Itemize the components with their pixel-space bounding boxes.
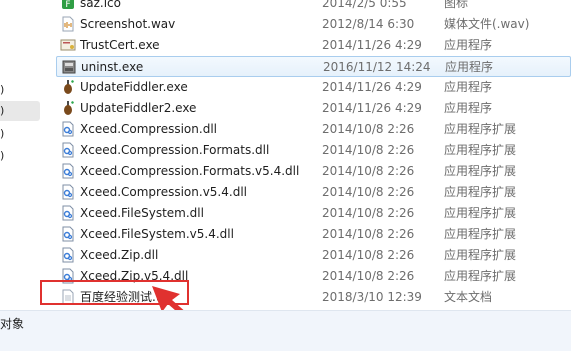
file-row[interactable]: Xceed.FileSystem.v5.4.dll 2014/10/8 2:26 应… [56,224,571,245]
fiddler-app-icon [60,100,76,116]
file-modified-date: 2016/11/12 14:24 [323,60,431,74]
file-list: Fsaz.ico 2014/2/5 0:55 图标 Screenshot.wav 201… [52,0,571,310]
file-type: 应用程序扩展 [444,206,517,220]
file-row[interactable]: Xceed.FileSystem.dll 2014/10/8 2:26 应用程序扩展 [56,203,571,224]
nav-item-label: ) [0,104,5,117]
file-modified-date: 2014/10/8 2:26 [322,164,415,178]
file-modified-date: 2014/10/8 2:26 [322,227,415,241]
file-row[interactable]: TrustCert.exe 2014/11/26 4:29 应用程序 [56,35,571,56]
file-type: 应用程序 [444,38,493,52]
file-modified-date: 2014/10/8 2:26 [322,143,415,157]
nav-item[interactable]: ) [0,146,4,166]
file-modified-date: 2014/11/26 4:29 [322,101,422,115]
file-modified-date: 2012/8/14 6:30 [322,17,415,31]
file-name: uninst.exe [81,60,144,74]
file-name: Xceed.FileSystem.dll [80,206,204,220]
file-modified-date: 2014/10/8 2:26 [322,248,415,262]
file-row[interactable]: UpdateFiddler.exe 2014/11/26 4:29 应用程序 [56,77,571,98]
file-modified-date: 2014/10/8 2:26 [322,122,415,136]
navigation-pane: ) ) ) ) [0,0,44,310]
file-type: 应用程序扩展 [444,248,517,262]
dll-file-icon [60,184,76,200]
file-modified-date: 2014/11/26 4:29 [322,80,422,94]
file-name: Xceed.Compression.v5.4.dll [80,185,247,199]
fiddler-app-icon [60,79,76,95]
file-type: 应用程序扩展 [444,227,517,241]
file-name: Xceed.FileSystem.v5.4.dll [80,227,234,241]
file-type: 媒体文件(.wav) [444,17,530,31]
file-name: UpdateFiddler2.exe [80,101,197,115]
dll-file-icon [60,163,76,179]
file-name: Screenshot.wav [80,17,176,31]
dll-file-icon [60,247,76,263]
nav-item[interactable]: ) [0,124,4,144]
nav-item-label: ) [0,149,5,162]
file-row[interactable]: Xceed.Compression.Formats.dll 2014/10/8 2… [56,140,571,161]
svg-text:F: F [65,0,70,10]
file-modified-date: 2014/10/8 2:26 [322,269,415,283]
file-row[interactable]: Xceed.Compression.v5.4.dll 2014/10/8 2:26… [56,182,571,203]
nav-item-label: ) [0,127,5,140]
file-name: Xceed.Zip.dll [80,248,159,262]
status-bar: 对象 [0,310,571,351]
file-type: 图标 [444,0,469,10]
nav-item-selected[interactable]: ) [0,101,40,121]
file-name: Xceed.Compression.dll [80,122,217,136]
file-row[interactable]: Xceed.Zip.dll 2014/10/8 2:26 应用程序扩展 [56,245,571,266]
file-modified-date: 2014/10/8 2:26 [322,185,415,199]
file-name: TrustCert.exe [80,38,160,52]
file-name: Xceed.Compression.Formats.dll [80,143,270,157]
file-type: 应用程序扩展 [444,122,517,136]
installer-app-icon [61,59,77,75]
nav-item[interactable]: ) [0,80,4,100]
file-row[interactable]: uninst.exe 2016/11/12 14:24 应用程序 [56,56,571,77]
audio-file-icon [60,16,76,32]
file-type: 应用程序扩展 [444,164,517,178]
file-type: 应用程序 [444,80,493,94]
file-type: 应用程序 [445,60,494,74]
ico-file-icon: F [60,0,76,11]
file-modified-date: 2014/11/26 4:29 [322,38,422,52]
file-name: saz.ico [80,0,121,10]
file-type: 应用程序 [444,101,493,115]
file-row[interactable]: UpdateFiddler2.exe 2014/11/26 4:29 应用程序 [56,98,571,119]
file-type: 应用程序扩展 [444,185,517,199]
file-type: 文本文档 [444,290,493,304]
file-row[interactable]: Screenshot.wav 2012/8/14 6:30 媒体文件(.wav) [56,14,571,35]
file-name: Xceed.Compression.Formats.v5.4.dll [80,164,300,178]
file-modified-date: 2014/10/8 2:26 [322,206,415,220]
file-modified-date: 2014/2/5 0:55 [322,0,407,10]
dll-file-icon [60,142,76,158]
file-modified-date: 2018/3/10 12:39 [322,290,422,304]
dll-file-icon [60,226,76,242]
certificate-app-icon [60,37,76,53]
file-row[interactable]: Fsaz.ico 2014/2/5 0:55 图标 [56,0,571,14]
file-type: 应用程序扩展 [444,269,517,283]
nav-item-label: ) [0,83,5,96]
dll-file-icon [60,121,76,137]
file-type: 应用程序扩展 [444,143,517,157]
dll-file-icon [60,205,76,221]
file-row[interactable]: Xceed.Compression.dll 2014/10/8 2:26 应用程序扩… [56,119,571,140]
file-name: UpdateFiddler.exe [80,80,188,94]
status-text: 对象 [0,317,25,331]
file-row[interactable]: Xceed.Compression.Formats.v5.4.dll 2014/1… [56,161,571,182]
